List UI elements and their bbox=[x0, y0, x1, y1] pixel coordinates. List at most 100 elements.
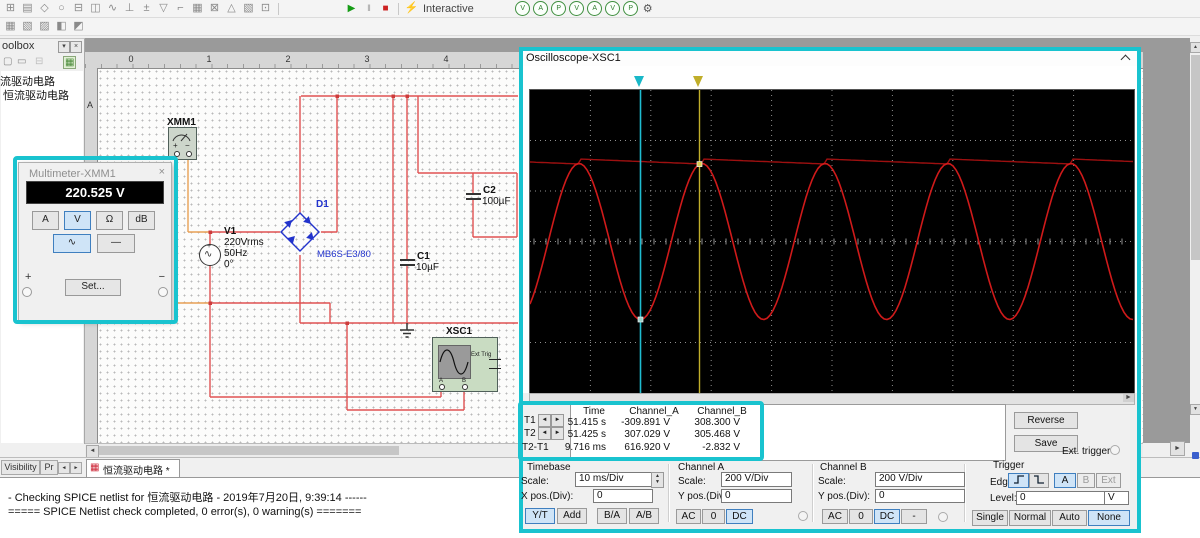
graphic-toolbar-icon[interactable]: ▨ bbox=[37, 19, 52, 34]
tab-project[interactable]: Pr bbox=[40, 460, 58, 475]
probe-settings-gear-icon[interactable]: ⚙ bbox=[643, 2, 653, 15]
channel-a-ac-button[interactable]: AC bbox=[676, 509, 701, 524]
oscilloscope-component[interactable]: Ext Trig A B bbox=[432, 337, 501, 392]
scroll-up-icon[interactable]: ▲ bbox=[1190, 42, 1200, 53]
toolbar-icon[interactable]: ○ bbox=[54, 1, 69, 16]
oscilloscope-titlebar[interactable]: Oscilloscope-XSC1 bbox=[523, 51, 1137, 67]
dc-mode-button[interactable]: — bbox=[97, 234, 135, 253]
ground-icon bbox=[400, 323, 414, 338]
probe-icon[interactable]: P bbox=[551, 1, 567, 16]
toolbar-icon[interactable]: ⊠ bbox=[207, 1, 222, 16]
channel-b-dc-button[interactable]: DC bbox=[874, 509, 900, 524]
multimeter-component[interactable]: + − bbox=[168, 127, 197, 160]
add-button[interactable]: Add bbox=[557, 508, 587, 524]
toolbar-icon[interactable]: ◇ bbox=[37, 1, 52, 16]
channel-a-dc-button[interactable]: DC bbox=[726, 509, 753, 524]
active-tool-icon[interactable]: ▦ bbox=[63, 56, 77, 69]
mode-ampere-button[interactable]: A bbox=[32, 211, 59, 230]
channel-a-scale-input[interactable]: 200 V/Div bbox=[721, 472, 792, 487]
run-simulation-button[interactable]: ▶ bbox=[344, 1, 359, 16]
timebase-scale-spinner[interactable]: ▲ ▼ bbox=[651, 472, 664, 488]
tab-scroll-left-icon[interactable]: ◄ bbox=[58, 462, 70, 474]
edge-rising-button[interactable] bbox=[1008, 473, 1029, 488]
trigger-level-input[interactable]: 0 bbox=[1016, 491, 1105, 505]
scroll-right-stub-icon[interactable]: ► bbox=[1170, 441, 1185, 456]
channel-b-scale-input[interactable]: 200 V/Div bbox=[875, 472, 965, 487]
graphic-toolbar-icon[interactable]: ◧ bbox=[54, 19, 69, 34]
collapse-icon[interactable] bbox=[1120, 54, 1131, 65]
trigger-ext-button[interactable]: Ext bbox=[1096, 473, 1121, 488]
ba-button[interactable]: B/A bbox=[597, 508, 627, 524]
toolbar-icon[interactable]: ⌐ bbox=[173, 1, 188, 16]
trigger-normal-button[interactable]: Normal bbox=[1009, 510, 1051, 526]
new-doc-icon[interactable]: ▢ bbox=[3, 56, 12, 67]
cursor1-flag[interactable] bbox=[634, 76, 644, 87]
probe-icon[interactable]: V bbox=[515, 1, 531, 16]
channel-b-ac-button[interactable]: AC bbox=[822, 509, 848, 524]
probe-icon[interactable]: V bbox=[605, 1, 621, 16]
open-folder-icon[interactable]: ▭ bbox=[17, 56, 26, 67]
edge-falling-button[interactable] bbox=[1029, 473, 1049, 488]
channel-b-minus-button[interactable]: - bbox=[901, 509, 927, 524]
reverse-button[interactable]: Reverse bbox=[1014, 412, 1078, 429]
ac-mode-button[interactable]: ∿ bbox=[53, 234, 91, 253]
tab-scroll-right-icon[interactable]: ► bbox=[70, 462, 82, 474]
toolbar-icon[interactable]: ▽ bbox=[156, 1, 171, 16]
mode-db-button[interactable]: dB bbox=[128, 211, 155, 230]
toolbar-icon[interactable]: ▦ bbox=[190, 1, 205, 16]
toolbar-icon[interactable]: ⊟ bbox=[71, 1, 86, 16]
timebase-xpos-input[interactable]: 0 bbox=[593, 489, 653, 503]
hscroll-thumb[interactable] bbox=[99, 446, 399, 455]
tree-item-sheet[interactable]: 恒流驱动电路 bbox=[3, 87, 69, 103]
toolbar-icon[interactable]: ∿ bbox=[105, 1, 120, 16]
mode-ohm-button[interactable]: Ω bbox=[96, 211, 123, 230]
set-button[interactable]: Set... bbox=[65, 279, 121, 296]
close-icon[interactable]: × bbox=[159, 166, 165, 178]
graphic-toolbar-icon[interactable]: ▧ bbox=[20, 19, 35, 34]
scroll-right-icon[interactable]: ► bbox=[1123, 394, 1134, 402]
ext-trigger-label: Ext. trigger bbox=[1062, 446, 1111, 457]
trigger-b-button[interactable]: B bbox=[1077, 473, 1095, 488]
scroll-down-icon[interactable]: ▼ bbox=[1190, 404, 1200, 415]
channel-b-0-button[interactable]: 0 bbox=[849, 509, 873, 524]
trigger-auto-button[interactable]: Auto bbox=[1052, 510, 1087, 526]
toolbar-icon[interactable]: ⊡ bbox=[258, 1, 273, 16]
pause-simulation-button[interactable]: ‖ bbox=[361, 1, 376, 16]
yt-button[interactable]: Y/T bbox=[525, 508, 555, 524]
trigger-level-unit-select[interactable]: V bbox=[1104, 491, 1129, 505]
probe-icon[interactable]: A bbox=[533, 1, 549, 16]
channel-a-0-button[interactable]: 0 bbox=[702, 509, 725, 524]
trigger-a-button[interactable]: A bbox=[1054, 473, 1076, 488]
toolbar-icon[interactable]: ▧ bbox=[241, 1, 256, 16]
probe-icon[interactable]: V bbox=[569, 1, 585, 16]
interactive-mode-dropdown[interactable]: Interactive bbox=[423, 3, 474, 15]
toolbar-icon[interactable]: ± bbox=[139, 1, 154, 16]
toolbar-icon[interactable]: ▤ bbox=[20, 1, 35, 16]
probe-icon[interactable]: A bbox=[587, 1, 603, 16]
channel-b-ypos-input[interactable]: 0 bbox=[875, 489, 965, 503]
toolbar-icon[interactable]: ⊞ bbox=[3, 1, 18, 16]
design-vertical-scrollbar[interactable]: ▲ ▼ bbox=[1190, 38, 1200, 443]
toolbar-icon[interactable]: ⊥ bbox=[122, 1, 137, 16]
panel-close-icon[interactable]: × bbox=[70, 41, 82, 53]
tab-visibility[interactable]: Visibility bbox=[1, 460, 40, 475]
mode-volt-button[interactable]: V bbox=[64, 211, 91, 230]
timebase-group-label: Timebase bbox=[527, 462, 571, 473]
graphic-toolbar-icon[interactable]: ◩ bbox=[71, 19, 86, 34]
panel-collapse-icon[interactable]: ▾ bbox=[58, 41, 70, 53]
trigger-single-button[interactable]: Single bbox=[972, 510, 1008, 526]
probe-icon[interactable]: P bbox=[623, 1, 639, 16]
ac-source-component[interactable]: + ∿ bbox=[199, 243, 221, 266]
channel-a-ypos-input[interactable]: 0 bbox=[721, 489, 792, 503]
timebase-scale-input[interactable]: 10 ms/Div bbox=[575, 472, 653, 487]
stop-simulation-button[interactable]: ■ bbox=[378, 1, 393, 16]
toolbar-icon[interactable]: ◫ bbox=[88, 1, 103, 16]
document-tab[interactable]: ▦ 恒流驱动电路 * bbox=[86, 459, 180, 478]
vscroll-thumb[interactable] bbox=[1190, 55, 1200, 260]
toolbar-icon[interactable]: △ bbox=[224, 1, 239, 16]
ab-button[interactable]: A/B bbox=[629, 508, 659, 524]
graphic-toolbar-icon[interactable]: ▦ bbox=[3, 19, 18, 34]
trigger-none-button[interactable]: None bbox=[1088, 510, 1130, 526]
ext-trigger-terminal[interactable] bbox=[1110, 445, 1120, 455]
cursor2-flag[interactable] bbox=[693, 76, 703, 87]
